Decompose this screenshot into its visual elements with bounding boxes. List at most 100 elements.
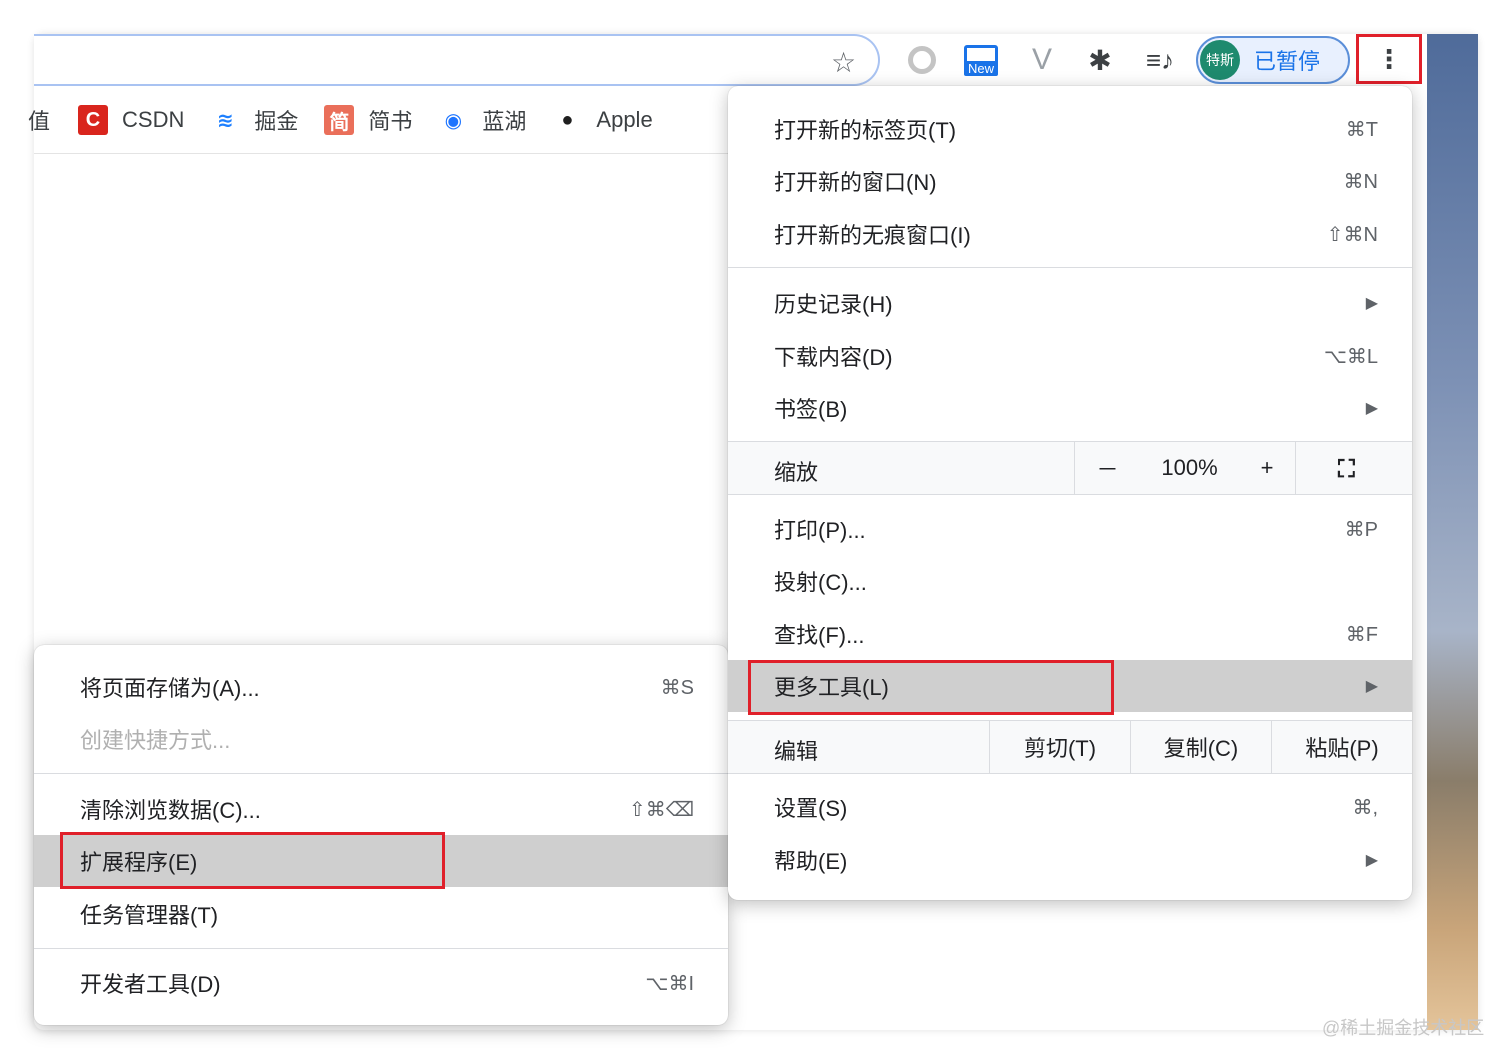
- kebab-menu-icon[interactable]: ⋮: [1356, 34, 1422, 84]
- jianshu-icon: 简: [324, 105, 355, 135]
- cut-button[interactable]: 剪切(T): [989, 721, 1130, 773]
- zoom-row: 缩放 － 100% + ⛶: [728, 441, 1412, 495]
- menu-divider: [34, 773, 728, 774]
- chrome-main-menu: 打开新的标签页(T) ⌘T 打开新的窗口(N) ⌘N 打开新的无痕窗口(I) ⇧…: [728, 86, 1412, 900]
- menu-item-label: 设置(S): [774, 796, 848, 821]
- shortcut: ⌘T: [1345, 118, 1378, 141]
- edit-row: 编辑 剪切(T) 复制(C) 粘贴(P): [728, 720, 1412, 774]
- menu-item-label: 投射(C)...: [774, 570, 867, 595]
- copy-button[interactable]: 复制(C): [1130, 721, 1271, 773]
- new-extension-icon[interactable]: New: [958, 42, 1004, 78]
- menu-item-label: 开发者工具(D): [80, 972, 221, 997]
- shortcut: ⇧⌘N: [1326, 223, 1378, 246]
- zoom-label: 缩放: [774, 460, 819, 485]
- menu-item-label: 清除浏览数据(C)...: [80, 798, 261, 823]
- menu-item-label: 扩展程序(E): [80, 850, 198, 875]
- more-tools-submenu: 将页面存储为(A)... ⌘S 创建快捷方式... 清除浏览数据(C)... ⇧…: [34, 645, 728, 1025]
- menu-item-settings[interactable]: 设置(S) ⌘,: [728, 781, 1412, 833]
- bookmark-csdn[interactable]: C CSDN: [78, 105, 184, 135]
- bookmark-label: 蓝湖: [482, 109, 527, 134]
- paste-button[interactable]: 粘贴(P): [1271, 721, 1412, 773]
- menu-item-label: 帮助(E): [774, 849, 848, 874]
- shortcut: ⌘S: [660, 676, 694, 699]
- menu-item-label: 历史记录(H): [774, 292, 893, 317]
- menu-item-label: 创建快捷方式...: [80, 728, 231, 753]
- menu-item-task-manager[interactable]: 任务管理器(T): [34, 888, 728, 940]
- edit-label: 编辑: [774, 739, 819, 764]
- shortcut: ⌥⌘L: [1323, 345, 1378, 368]
- profile-status: 已暂停: [1254, 49, 1321, 74]
- puzzle-icon[interactable]: ✱: [1082, 42, 1118, 78]
- menu-item-label: 下载内容(D): [774, 345, 893, 370]
- menu-item-help[interactable]: 帮助(E) ▶: [728, 834, 1412, 886]
- bookmarks-divider: [34, 153, 734, 154]
- bookmark-label: 简书: [368, 109, 413, 134]
- menu-item-more-tools[interactable]: 更多工具(L) ▶: [728, 660, 1412, 712]
- menu-item-label: 打印(P)...: [774, 518, 866, 543]
- bookmark-label: Apple: [596, 107, 653, 132]
- chevron-right-icon: ▶: [1365, 295, 1378, 312]
- vue-devtools-icon[interactable]: V: [1024, 42, 1060, 78]
- menu-item-new-window[interactable]: 打开新的窗口(N) ⌘N: [728, 155, 1412, 207]
- media-queue-icon[interactable]: ≡♪: [1142, 42, 1178, 78]
- menu-item-find[interactable]: 查找(F)... ⌘F: [728, 608, 1412, 660]
- shortcut: ⌘F: [1345, 623, 1378, 646]
- shortcut: ⌘,: [1352, 796, 1378, 819]
- zoom-out-button[interactable]: －: [1096, 452, 1118, 484]
- menu-item-label: 打开新的标签页(T): [774, 118, 957, 143]
- bookmark-label: 掘金: [254, 109, 299, 134]
- avatar: 特斯: [1200, 40, 1240, 80]
- csdn-icon: C: [78, 105, 109, 135]
- menu-item-new-tab[interactable]: 打开新的标签页(T) ⌘T: [728, 103, 1412, 155]
- new-tag: New: [963, 60, 998, 76]
- menu-item-create-shortcut: 创建快捷方式...: [34, 713, 728, 765]
- menu-item-label: 查找(F)...: [774, 623, 865, 648]
- bookmark-apple[interactable]: ● Apple: [552, 105, 652, 135]
- bookmark-lanhu[interactable]: ◉ 蓝湖: [438, 104, 527, 136]
- watermark: @稀土掘金技术社区: [1322, 1018, 1485, 1038]
- apple-icon: ●: [561, 108, 574, 131]
- bookmark-label: CSDN: [122, 107, 185, 132]
- address-bar[interactable]: ☆: [34, 34, 880, 86]
- menu-item-print[interactable]: 打印(P)... ⌘P: [728, 503, 1412, 555]
- menu-item-downloads[interactable]: 下载内容(D) ⌥⌘L: [728, 330, 1412, 382]
- fullscreen-icon[interactable]: ⛶: [1338, 456, 1355, 484]
- bookmark-label: 值: [28, 109, 51, 134]
- browser-toolbar: ☆ New V ✱ ≡♪ 特斯 已暂停 ⋮: [34, 34, 1427, 86]
- menu-item-label: 打开新的窗口(N): [774, 170, 937, 195]
- menu-item-save-page[interactable]: 将页面存储为(A)... ⌘S: [34, 661, 728, 713]
- menu-item-dev-tools[interactable]: 开发者工具(D) ⌥⌘I: [34, 957, 728, 1009]
- bookmarks-bar: 值 C CSDN ≋ 掘金 简 简书 ◉ 蓝湖 ● Apple: [28, 94, 734, 146]
- menu-item-history[interactable]: 历史记录(H) ▶: [728, 277, 1412, 329]
- shortcut: ⇧⌘⌫: [628, 798, 694, 821]
- bookmark-juejin[interactable]: ≋ 掘金: [210, 104, 298, 136]
- menu-item-label: 打开新的无痕窗口(I): [774, 223, 971, 248]
- bookmark-jianshu[interactable]: 简 简书: [324, 104, 412, 136]
- menu-divider: [34, 948, 728, 949]
- juejin-icon: ≋: [216, 109, 234, 132]
- lanhu-icon: ◉: [444, 109, 463, 132]
- menu-item-bookmarks[interactable]: 书签(B) ▶: [728, 382, 1412, 434]
- bookmark-item[interactable]: 值: [28, 104, 50, 136]
- chevron-right-icon: ▶: [1365, 678, 1378, 695]
- zoom-control: － 100% +: [1074, 442, 1296, 494]
- menu-item-label: 将页面存储为(A)...: [80, 676, 260, 701]
- zoom-in-button[interactable]: +: [1261, 455, 1274, 481]
- chevron-right-icon: ▶: [1365, 852, 1378, 869]
- menu-item-extensions[interactable]: 扩展程序(E): [34, 835, 728, 887]
- chevron-right-icon: ▶: [1365, 400, 1378, 417]
- desktop-wallpaper: [1427, 34, 1478, 1030]
- menu-item-label: 书签(B): [774, 397, 848, 422]
- menu-item-clear-data[interactable]: 清除浏览数据(C)... ⇧⌘⌫: [34, 783, 728, 835]
- star-icon[interactable]: ☆: [831, 46, 856, 79]
- zoom-level: 100%: [1161, 455, 1218, 480]
- shortcut: ⌘N: [1343, 170, 1378, 193]
- shortcut: ⌥⌘I: [645, 972, 694, 995]
- menu-item-label: 更多工具(L): [774, 675, 889, 700]
- circle-extension-icon[interactable]: [904, 42, 940, 78]
- menu-divider: [728, 267, 1412, 268]
- profile-button[interactable]: 特斯 已暂停: [1196, 36, 1350, 84]
- menu-item-incognito[interactable]: 打开新的无痕窗口(I) ⇧⌘N: [728, 208, 1412, 260]
- menu-item-cast[interactable]: 投射(C)...: [728, 555, 1412, 607]
- shortcut: ⌘P: [1344, 518, 1378, 541]
